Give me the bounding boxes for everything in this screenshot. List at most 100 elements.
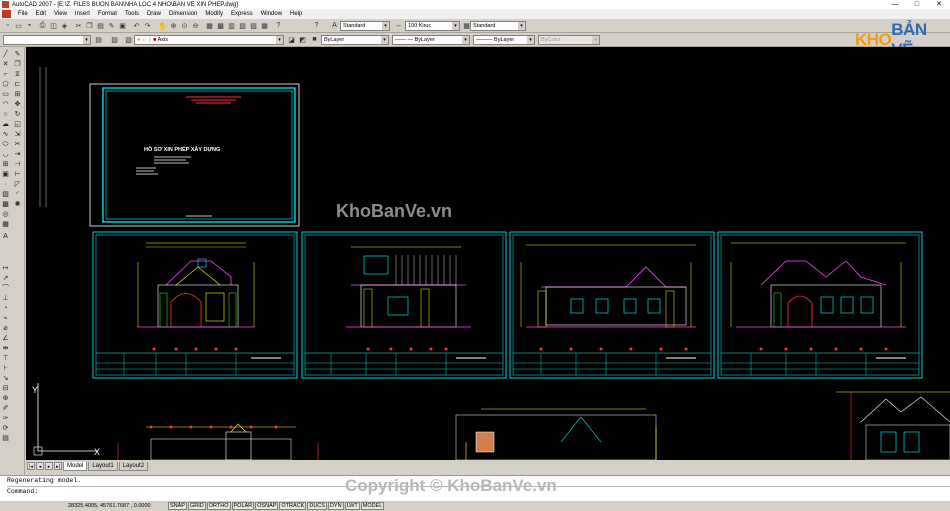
fillet-icon[interactable]: ◜ (13, 191, 22, 199)
menu-format[interactable]: Format (94, 11, 121, 17)
construction-line-icon[interactable]: ✕ (1, 61, 10, 69)
offset-icon[interactable]: ⊏ (13, 81, 22, 89)
dimension-edit-icon[interactable]: ✐ (1, 405, 10, 413)
dyn-toggle[interactable]: DYN (327, 502, 344, 510)
undo-icon[interactable]: ↶ (132, 21, 141, 30)
erase-icon[interactable]: ✎ (13, 51, 22, 59)
point-icon[interactable]: · (1, 181, 10, 189)
layer-select[interactable]: ● ☼ ▯ ■ Axis ▾ (134, 35, 284, 45)
copy-object-icon[interactable]: ❐ (13, 61, 22, 69)
table-icon[interactable]: ▦ (1, 221, 10, 229)
menu-tools[interactable]: Tools (121, 11, 143, 17)
scale-icon[interactable]: ◱ (13, 121, 22, 129)
quick-dimension-icon[interactable]: ⇹ (1, 345, 10, 353)
linetype-select[interactable]: —— — ByLayer ▾ (392, 35, 470, 45)
snap-toggle[interactable]: SNAP (168, 502, 187, 510)
table-style-select[interactable]: Standard ▾ (470, 21, 526, 31)
dim-style-select[interactable]: 100 Kiruc ▾ (405, 21, 460, 31)
layer-manager-icon[interactable]: ▨ (110, 35, 119, 44)
copy-icon[interactable]: ❐ (85, 21, 94, 30)
dimension-ordinate-icon[interactable]: ⊥ (1, 295, 10, 303)
ellipse-icon[interactable]: ⬭ (1, 141, 10, 149)
continue-icon[interactable]: ⊦ (1, 365, 10, 373)
gradient-icon[interactable]: ▩ (1, 201, 10, 209)
trim-icon[interactable]: ✂ (13, 141, 22, 149)
layer-previous-icon[interactable]: ◩ (298, 35, 307, 44)
model-toggle[interactable]: MODEL (360, 502, 385, 510)
plot-icon[interactable]: ⎙ (38, 21, 47, 30)
document-icon[interactable] (2, 10, 11, 18)
insert-block-icon[interactable]: ⊞ (1, 161, 10, 169)
dimension-radius-icon[interactable]: ◔ (1, 305, 10, 313)
zoom-window-icon[interactable]: ⊙ (180, 21, 189, 30)
menu-edit[interactable]: Edit (32, 11, 50, 17)
dimension-jogged-icon[interactable]: ⌁ (1, 315, 10, 323)
cut-icon[interactable]: ✂ (74, 21, 83, 30)
menu-help[interactable]: Help (286, 11, 306, 17)
quick-leader-icon[interactable]: ↘ (1, 375, 10, 383)
tab-layout2[interactable]: Layout2 (118, 461, 149, 471)
spline-icon[interactable]: ∿ (1, 131, 10, 139)
multiline-text-icon[interactable]: A (1, 233, 10, 241)
sheet-set-icon[interactable]: ▧ (238, 21, 247, 30)
ellipse-arc-icon[interactable]: ◡ (1, 151, 10, 159)
close-button[interactable]: ✕ (928, 0, 950, 9)
block-editor-icon[interactable]: ▣ (118, 21, 127, 30)
line-icon[interactable]: ╱ (1, 51, 10, 59)
quickcalc-icon[interactable]: ▦ (260, 21, 269, 30)
chamfer-icon[interactable]: ◸ (13, 181, 22, 189)
rotate-icon[interactable]: ↻ (13, 111, 22, 119)
properties-icon[interactable]: ▦ (205, 21, 214, 30)
revcloud-icon[interactable]: ☁ (1, 121, 10, 129)
dimension-angular-icon[interactable]: ∠ (1, 335, 10, 343)
lwt-toggle[interactable]: LWT (344, 502, 360, 510)
menu-window[interactable]: Window (257, 11, 286, 17)
make-block-icon[interactable]: ▣ (1, 171, 10, 179)
tab-model[interactable]: Model (63, 461, 88, 471)
workspace-settings-icon[interactable]: ▤ (94, 35, 103, 44)
workspace-select[interactable]: ▾ (3, 35, 91, 45)
restore-button[interactable]: □ (906, 0, 928, 9)
color-select[interactable]: ByLayer ▾ (321, 35, 389, 45)
redo-icon[interactable]: ↷ (143, 21, 152, 30)
circle-icon[interactable]: ○ (1, 111, 10, 119)
save-icon[interactable]: ▪ (25, 21, 34, 30)
polar-toggle[interactable]: POLAR (231, 502, 255, 510)
region-icon[interactable]: ◎ (1, 211, 10, 219)
coordinate-readout[interactable]: 28325.4005, 45761.7687 , 0.0000 (68, 503, 168, 509)
match-properties-icon[interactable]: ✎ (107, 21, 116, 30)
polygon-icon[interactable]: ⬠ (1, 81, 10, 89)
autocad-app-icon[interactable] (2, 1, 9, 8)
paste-icon[interactable]: ▤ (96, 21, 105, 30)
first-tab-icon[interactable]: |◂ (27, 462, 35, 470)
dimension-update-icon[interactable]: ⟳ (1, 425, 10, 433)
menu-modify[interactable]: Modify (201, 11, 227, 17)
help-icon[interactable]: ? (274, 21, 283, 30)
text-style-select[interactable]: Standard ▾ (340, 21, 390, 31)
baseline-icon[interactable]: ⊤ (1, 355, 10, 363)
tolerance-icon[interactable]: ⊟ (1, 385, 10, 393)
dimension-aligned-icon[interactable]: ↗ (1, 275, 10, 283)
otrack-toggle[interactable]: OTRACK (279, 502, 307, 510)
design-center-icon[interactable]: ▩ (216, 21, 225, 30)
tool-palettes-icon[interactable]: ▥ (227, 21, 236, 30)
menu-insert[interactable]: Insert (71, 11, 94, 17)
ortho-toggle[interactable]: ORTHO (206, 502, 231, 510)
dimension-linear-icon[interactable]: ↦ (1, 265, 10, 273)
break-icon[interactable]: ⊣ (13, 161, 22, 169)
arc-icon[interactable]: ◠ (1, 101, 10, 109)
zoom-realtime-icon[interactable]: ⊕ (169, 21, 178, 30)
polyline-icon[interactable]: ⌐ (1, 71, 10, 79)
prev-tab-icon[interactable]: ◂ (36, 462, 44, 470)
menu-draw[interactable]: Draw (143, 11, 165, 17)
menu-view[interactable]: View (50, 11, 71, 17)
grid-toggle[interactable]: GRID (187, 502, 206, 510)
lineweight-select[interactable]: ——— ByLayer ▾ (473, 35, 535, 45)
rectangle-icon[interactable]: ▭ (1, 91, 10, 99)
drawing-canvas[interactable]: HỒ SƠ XIN PHÉP XÂY DỰNG Y X KhoBanVe.vn (26, 47, 950, 460)
help-question-icon[interactable]: ? (312, 21, 321, 30)
menu-file[interactable]: File (14, 11, 32, 17)
osnap-toggle[interactable]: OSNAP (255, 502, 279, 510)
dimension-diameter-icon[interactable]: ⌀ (1, 325, 10, 333)
pan-icon[interactable]: ✋ (158, 21, 167, 30)
